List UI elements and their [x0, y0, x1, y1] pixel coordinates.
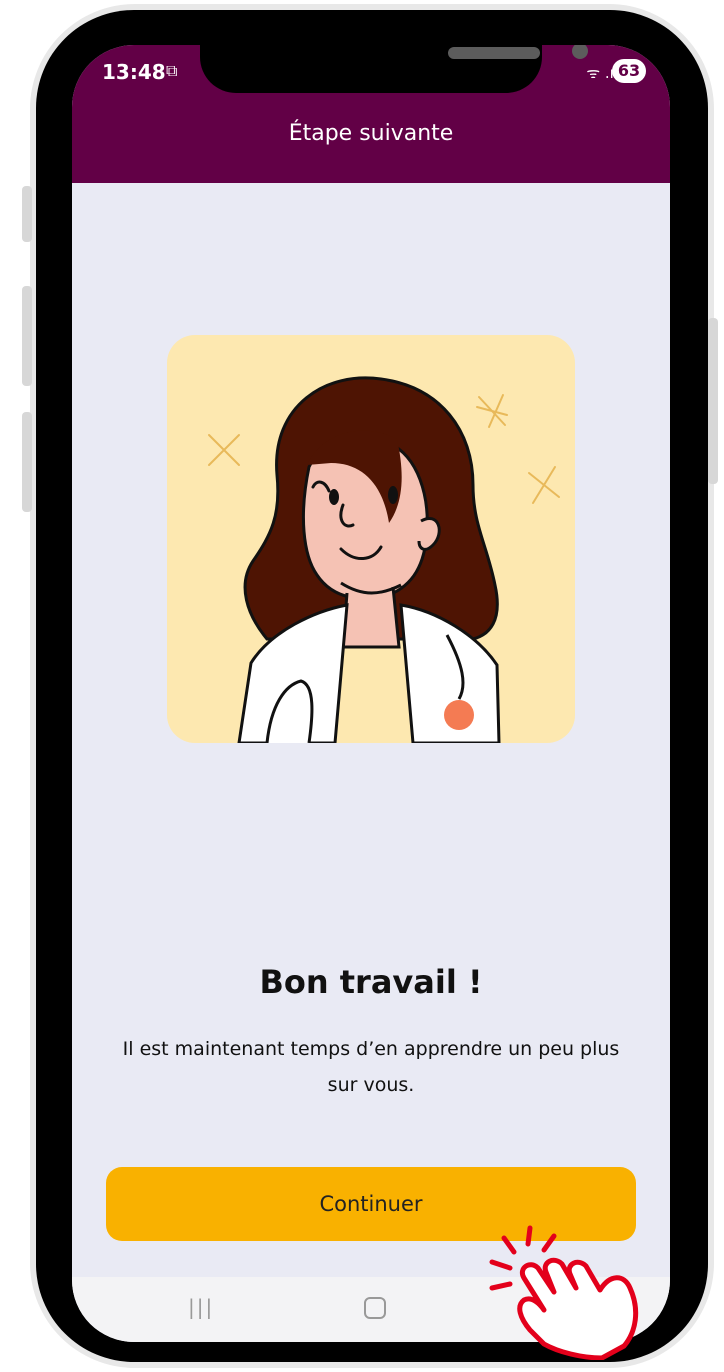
- volume-down-button: [22, 286, 32, 386]
- battery-badge: 63: [612, 59, 646, 83]
- description-text: Il est maintenant temps d’en apprendre u…: [122, 1038, 620, 1096]
- speaker-grille: [448, 47, 540, 59]
- phone-screen: 13:48 ⧉ ᯤ .ıl 63 Étape suivante Bon trav…: [72, 45, 670, 1342]
- volume-up-button: [22, 186, 32, 242]
- app-bar: 13:48 ⧉ ᯤ .ıl 63 Étape suivante: [72, 45, 670, 183]
- headline: Bon travail !: [259, 963, 483, 1001]
- screenshot-indicator-icon: ⧉: [166, 61, 178, 80]
- recent-apps-icon[interactable]: |||: [188, 1295, 214, 1319]
- home-icon[interactable]: [364, 1297, 386, 1319]
- front-camera: [572, 45, 588, 59]
- hand-tap-icon: [484, 1222, 646, 1361]
- page-title: Étape suivante: [288, 121, 454, 146]
- bixby-button: [22, 412, 32, 512]
- stethoscope-dot: [444, 700, 474, 730]
- power-button: [708, 318, 718, 484]
- doctor-woman-illustration: [167, 335, 575, 743]
- status-time: 13:48: [102, 60, 166, 84]
- camera-notch: [200, 45, 588, 93]
- neck-shape: [341, 586, 401, 649]
